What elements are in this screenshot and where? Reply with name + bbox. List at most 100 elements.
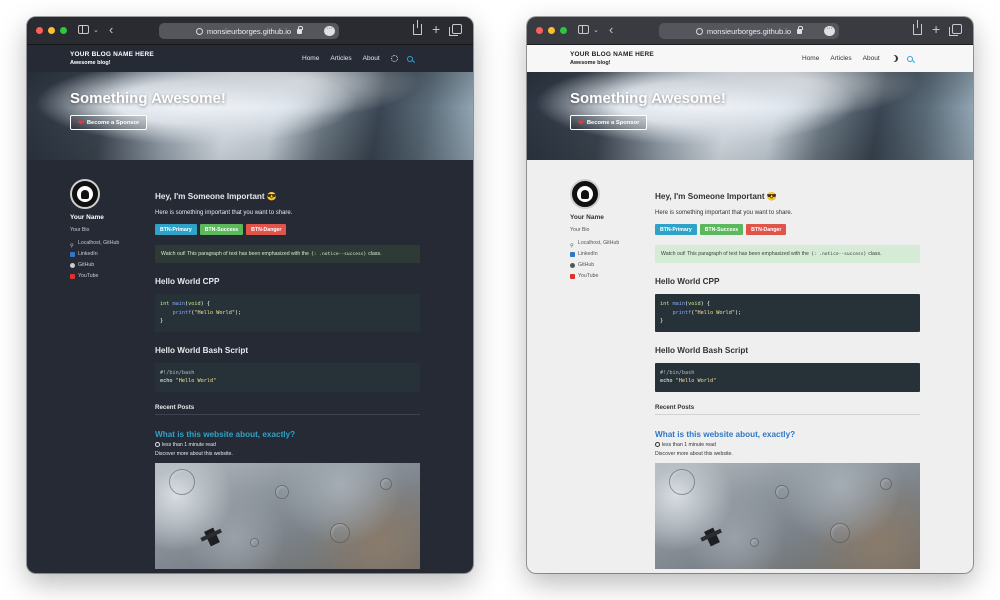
btn-danger[interactable]: BTN-Danger bbox=[246, 224, 287, 235]
author-link-youtube[interactable]: YouTube bbox=[70, 271, 150, 282]
hero-title: Something Awesome! bbox=[70, 90, 226, 107]
close-window-button[interactable] bbox=[536, 27, 543, 34]
site-nav: Home Articles About bbox=[302, 55, 413, 62]
sun-icon[interactable] bbox=[390, 55, 398, 62]
site-masthead: YOUR BLOG NAME HERE Awesome blog! Home A… bbox=[27, 45, 473, 72]
search-icon[interactable] bbox=[406, 55, 413, 62]
crater bbox=[750, 537, 759, 547]
btn-success[interactable]: BTN-Success bbox=[199, 224, 244, 235]
site-title[interactable]: YOUR BLOG NAME HERE bbox=[70, 51, 154, 58]
back-arrow-icon[interactable]: ‹ bbox=[609, 23, 613, 37]
nav-articles[interactable]: Articles bbox=[830, 55, 851, 62]
notice-code: {: .notice--success} bbox=[810, 251, 867, 257]
privacy-icon bbox=[195, 27, 203, 35]
sponsor-button[interactable]: ❤ Become a Sponsor bbox=[570, 115, 648, 130]
comparison-stage: ⌄ ‹ monsieurborges.github.io ··· + YOUR … bbox=[0, 0, 1000, 600]
author-link-linkedin[interactable]: LinkedIn bbox=[70, 249, 150, 260]
github-logo-icon bbox=[77, 186, 93, 202]
more-options-icon[interactable]: ··· bbox=[824, 25, 835, 36]
close-window-button[interactable] bbox=[36, 27, 43, 34]
nav-home[interactable]: Home bbox=[302, 55, 319, 62]
author-link-youtube[interactable]: YouTube bbox=[570, 271, 650, 282]
crater bbox=[669, 468, 695, 495]
search-icon[interactable] bbox=[906, 55, 913, 62]
author-links: ⚲ Localhost, GitHub LinkedIn GitHub YouTu… bbox=[570, 238, 650, 282]
bash-code-block: #!/bin/bash echo "Hello World" bbox=[655, 362, 920, 392]
url-text: monsieurborges.github.io bbox=[206, 26, 292, 36]
post-excerpt: Discover more about this website. bbox=[155, 450, 233, 457]
sponsor-label: Become a Sponsor bbox=[86, 119, 140, 126]
nav-home[interactable]: Home bbox=[802, 55, 819, 62]
sidebar-toggle-icon[interactable] bbox=[578, 25, 589, 34]
heart-icon: ❤ bbox=[578, 119, 584, 127]
privacy-icon bbox=[695, 27, 703, 35]
tab-overview-icon[interactable] bbox=[949, 24, 962, 36]
zoom-window-button[interactable] bbox=[60, 27, 67, 34]
intro-paragraph: Here is something important that you wan… bbox=[155, 210, 293, 216]
author-link-linkedin[interactable]: LinkedIn bbox=[570, 249, 650, 260]
window-controls bbox=[536, 27, 567, 34]
more-options-icon[interactable]: ··· bbox=[324, 25, 335, 36]
zoom-window-button[interactable] bbox=[560, 27, 567, 34]
tab-overview-icon[interactable] bbox=[449, 24, 462, 36]
author-name: Your Name bbox=[570, 214, 604, 221]
linkedin-icon bbox=[570, 252, 575, 257]
nav-articles[interactable]: Articles bbox=[330, 55, 351, 62]
post-meta: less than 1 minute read bbox=[155, 442, 420, 448]
address-bar[interactable]: monsieurborges.github.io ··· bbox=[159, 23, 339, 39]
crater bbox=[880, 477, 892, 490]
author-link-github[interactable]: GitHub bbox=[570, 260, 650, 271]
new-tab-icon[interactable]: + bbox=[432, 21, 440, 37]
author-profile: Your Name Your Bio ⚲ Localhost, GitHub Li… bbox=[570, 179, 650, 282]
nav-about[interactable]: About bbox=[363, 55, 380, 62]
back-arrow-icon[interactable]: ‹ bbox=[109, 23, 113, 37]
share-icon[interactable] bbox=[413, 20, 422, 35]
main-content: Hey, I'm Someone Important 😎 Here is som… bbox=[655, 192, 920, 569]
site-brand[interactable]: YOUR BLOG NAME HERE Awesome blog! bbox=[570, 51, 654, 66]
bash-heading: Hello World Bash Script bbox=[155, 345, 249, 355]
post-title-link[interactable]: What is this website about, exactly? bbox=[155, 430, 420, 439]
btn-success[interactable]: BTN-Success bbox=[699, 224, 744, 235]
post-teaser-image[interactable] bbox=[655, 462, 920, 569]
bash-heading: Hello World Bash Script bbox=[655, 345, 749, 355]
btn-danger[interactable]: BTN-Danger bbox=[746, 224, 787, 235]
chevron-down-icon[interactable]: ⌄ bbox=[93, 26, 99, 34]
site-brand[interactable]: YOUR BLOG NAME HERE Awesome blog! bbox=[70, 51, 154, 66]
url-text: monsieurborges.github.io bbox=[706, 26, 792, 36]
cpp-heading: Hello World CPP bbox=[655, 277, 720, 286]
crater bbox=[830, 522, 850, 543]
recent-posts-heading: Recent Posts bbox=[655, 404, 920, 415]
address-bar[interactable]: monsieurborges.github.io ··· bbox=[659, 23, 839, 39]
intro-heading: Hey, I'm Someone Important 😎 bbox=[655, 192, 778, 201]
sponsor-label: Become a Sponsor bbox=[586, 119, 640, 126]
minimize-window-button[interactable] bbox=[48, 27, 55, 34]
sidebar-toggle-icon[interactable] bbox=[78, 25, 89, 34]
avatar bbox=[570, 179, 600, 209]
post-title-link[interactable]: What is this website about, exactly? bbox=[655, 430, 920, 439]
safari-toolbar: ⌄ ‹ monsieurborges.github.io ··· + bbox=[27, 17, 473, 45]
new-tab-icon[interactable]: + bbox=[932, 21, 940, 37]
site-masthead: YOUR BLOG NAME HERE Awesome blog! Home A… bbox=[527, 45, 973, 72]
success-notice: Watch out! This paragraph of text has be… bbox=[655, 245, 920, 263]
site-title[interactable]: YOUR BLOG NAME HERE bbox=[570, 51, 654, 58]
crater bbox=[330, 522, 350, 543]
spacecraft bbox=[204, 527, 220, 546]
share-icon[interactable] bbox=[913, 20, 922, 35]
sponsor-button[interactable]: ❤ Become a Sponsor bbox=[70, 115, 148, 130]
site-subtitle: Awesome blog! bbox=[70, 60, 111, 66]
author-bio: Your Bio bbox=[70, 227, 90, 233]
post-teaser-image[interactable] bbox=[155, 462, 420, 569]
btn-primary[interactable]: BTN-Primary bbox=[155, 224, 197, 235]
chevron-down-icon[interactable]: ⌄ bbox=[593, 26, 599, 34]
author-link-github[interactable]: GitHub bbox=[70, 260, 150, 271]
intro-paragraph: Here is something important that you wan… bbox=[655, 210, 793, 216]
moon-icon[interactable] bbox=[891, 55, 898, 62]
author-link-location: ⚲ Localhost, GitHub bbox=[570, 240, 620, 249]
bash-code-block: #!/bin/bash echo "Hello World" bbox=[155, 362, 420, 392]
btn-primary[interactable]: BTN-Primary bbox=[655, 224, 697, 235]
success-notice: Watch out! This paragraph of text has be… bbox=[155, 245, 420, 263]
author-profile: Your Name Your Bio ⚲ Localhost, GitHub Li… bbox=[70, 179, 150, 282]
heart-icon: ❤ bbox=[78, 119, 84, 127]
minimize-window-button[interactable] bbox=[548, 27, 555, 34]
nav-about[interactable]: About bbox=[863, 55, 880, 62]
